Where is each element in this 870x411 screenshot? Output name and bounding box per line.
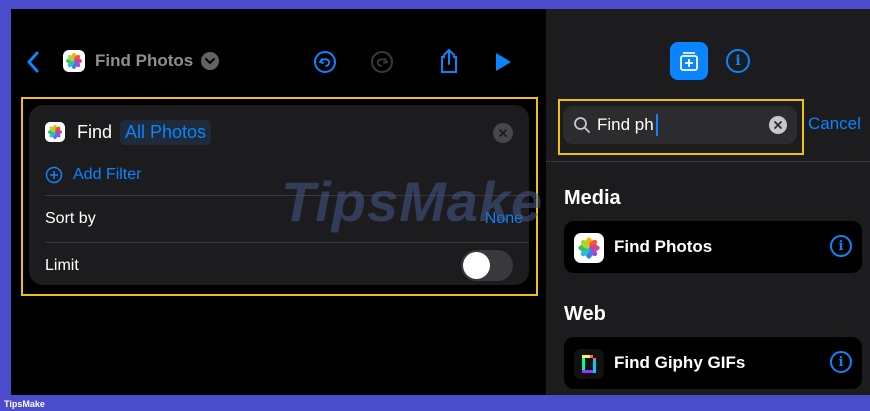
photos-icon [574, 233, 604, 263]
sort-by-label: Sort by [45, 210, 96, 227]
watermark: TipsMake [281, 170, 544, 233]
close-icon [774, 121, 782, 129]
search-icon [574, 117, 590, 133]
section-title-media: Media [564, 187, 621, 209]
action-find-giphy-gifs[interactable]: Find Giphy GIFs i [564, 337, 862, 389]
photos-app-icon [63, 50, 85, 72]
chevron-down-circle-icon [201, 52, 220, 70]
redo-button[interactable] [369, 49, 395, 75]
action-library-tab[interactable] [670, 42, 708, 80]
toggle-knob [463, 252, 490, 279]
actions-library-pane: i Find ph Cancel Media Find Photos i Web… [546, 9, 870, 395]
photos-app-icon [45, 122, 65, 142]
action-header-row: Find All Photos [29, 109, 529, 155]
action-find-photos[interactable]: Find Photos i [564, 221, 862, 273]
section-title-web: Web [564, 303, 606, 325]
share-button[interactable] [436, 47, 462, 75]
action-label: Find Giphy GIFs [614, 353, 746, 372]
info-icon[interactable]: i [830, 351, 852, 373]
redo-icon [371, 51, 393, 73]
add-action-icon [680, 52, 698, 71]
text-cursor [656, 114, 658, 136]
limit-label: Limit [45, 257, 79, 274]
plus-circle-icon [45, 166, 63, 184]
workflow-title: Find Photos [95, 51, 194, 70]
info-icon: i [735, 53, 741, 69]
workflow-title-menu[interactable]: Find Photos [63, 50, 220, 72]
remove-action-button[interactable] [493, 123, 513, 143]
action-verb: Find [77, 121, 113, 142]
play-icon [496, 53, 511, 71]
back-button[interactable] [21, 47, 45, 77]
undo-button[interactable] [312, 49, 338, 75]
action-label: Find Photos [614, 237, 713, 256]
undo-icon [314, 51, 336, 73]
cancel-button[interactable]: Cancel [808, 114, 861, 134]
limit-row: Limit [29, 243, 529, 285]
run-button[interactable] [491, 49, 515, 75]
chevron-left-icon [27, 51, 39, 73]
footer-brand: TipsMake [4, 399, 45, 409]
share-icon [441, 49, 457, 73]
search-field[interactable]: Find ph [563, 106, 797, 144]
clear-search-button[interactable] [769, 116, 787, 134]
giphy-icon [574, 349, 604, 379]
close-icon [499, 129, 507, 137]
photos-parameter[interactable]: All Photos [120, 119, 212, 145]
search-input[interactable]: Find ph [597, 115, 654, 135]
details-tab[interactable]: i [726, 49, 750, 73]
add-filter-label: Add Filter [73, 166, 142, 183]
divider [546, 161, 870, 162]
limit-toggle[interactable] [461, 250, 513, 281]
app-window: Find Photos Find All Photos Add Filter S… [11, 9, 870, 395]
info-icon[interactable]: i [830, 235, 852, 257]
